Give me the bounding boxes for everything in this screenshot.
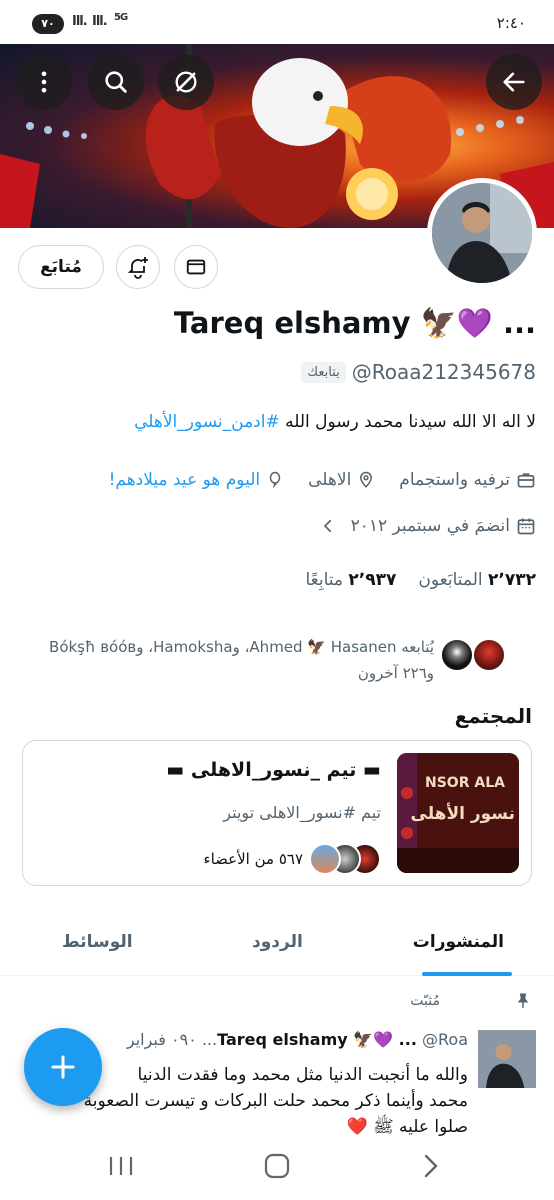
signal-icon-2: Ill. bbox=[92, 14, 108, 29]
notifications-button[interactable] bbox=[116, 245, 160, 289]
profile-category: ترفيه واستجمام bbox=[399, 470, 510, 490]
community-image-text-ar: نسور الأهلى bbox=[411, 803, 515, 824]
message-button[interactable] bbox=[174, 245, 218, 289]
community-description: تيم #نسور_الاهلى تويتر bbox=[223, 803, 381, 822]
chevron-left-icon bbox=[323, 519, 331, 533]
community-image-art: NSOR ALA نسور الأهلى bbox=[397, 753, 519, 873]
tweet-author-name: Tareq elshamy 🦅💜 ... bbox=[217, 1030, 417, 1049]
profile-stats: ٢٬٧٣٢ المتابَعون ٢٬٩٣٧ متابِعًا bbox=[305, 570, 536, 590]
profile-birthday[interactable]: اليوم هو عيد ميلادهم! bbox=[109, 470, 261, 490]
known-followers-more: و٢٢٦ آخرون bbox=[357, 664, 434, 682]
community-name: ▬ تيم _نسور_الاهلى ▬ bbox=[166, 759, 381, 781]
community-members-row: ٥٦٧ من الأعضاء bbox=[204, 843, 381, 875]
profile-joined-date: انضمَ في سبتمبر ٢٠١٢ bbox=[350, 516, 510, 536]
tweet-author-avatar[interactable] bbox=[478, 1030, 536, 1088]
recent-apps-button[interactable] bbox=[106, 1152, 136, 1180]
pinned-label: مُثبّت bbox=[410, 993, 440, 1009]
known-follower-avatar bbox=[472, 638, 506, 672]
bell-plus-icon bbox=[127, 257, 148, 279]
more-vertical-icon bbox=[41, 71, 47, 93]
profile-joined-row[interactable]: انضمَ في سبتمبر ٢٠١٢ bbox=[319, 516, 536, 536]
community-member-count: ٥٦٧ من الأعضاء bbox=[203, 850, 303, 868]
system-nav-bar bbox=[0, 1136, 554, 1200]
tweet-header: Tareq elshamy 🦅💜 ... @Roa... ٠٩٠ فبراير bbox=[127, 1030, 468, 1049]
arrow-left-icon bbox=[503, 72, 525, 92]
more-button[interactable] bbox=[16, 54, 72, 110]
status-time: ٢:٤٠ bbox=[496, 14, 526, 32]
profile-location: الاهلى bbox=[308, 470, 352, 490]
avatar-image bbox=[432, 183, 532, 283]
battery-indicator: ٧٠ bbox=[32, 14, 64, 34]
signal-icon: Ill. bbox=[72, 14, 88, 29]
profile-avatar[interactable] bbox=[427, 178, 537, 288]
member-avatar bbox=[309, 843, 341, 875]
pinned-label-row: مُثبّت bbox=[410, 992, 532, 1010]
profile-meta-row: ترفيه واستجمام الاهلى اليوم هو عيد ميلاد… bbox=[109, 470, 536, 490]
handle-row: @Roaa212345678 يتابعك bbox=[301, 360, 536, 384]
location-pin-icon bbox=[360, 471, 373, 488]
calendar-icon bbox=[517, 518, 535, 535]
briefcase-icon bbox=[517, 473, 535, 488]
profile-handle: @Roaa212345678 bbox=[351, 360, 536, 384]
mail-icon bbox=[186, 259, 206, 275]
grok-icon bbox=[175, 71, 197, 93]
nav-back-button[interactable] bbox=[418, 1152, 444, 1180]
tab-media[interactable]: الوسائط bbox=[62, 932, 133, 952]
following-stat[interactable]: ٢٬٧٣٢ المتابَعون bbox=[418, 570, 536, 590]
network-type: 5G bbox=[114, 12, 128, 23]
known-follower-avatar bbox=[440, 638, 474, 672]
tweet-avatar-image bbox=[478, 1030, 536, 1088]
pin-icon bbox=[517, 993, 529, 1008]
compose-fab[interactable] bbox=[24, 1028, 102, 1106]
tab-posts[interactable]: المنشورات bbox=[413, 932, 504, 952]
search-button[interactable] bbox=[88, 54, 144, 110]
following-button[interactable]: مُتابَع bbox=[18, 245, 104, 289]
search-icon bbox=[105, 71, 127, 93]
status-bar: ٧٠ Ill. Ill. 5G ٢:٤٠ bbox=[0, 0, 554, 44]
community-card[interactable]: NSOR ALA نسور الأهلى ▬ تيم _نسور_الاهلى … bbox=[22, 740, 532, 886]
grok-button[interactable] bbox=[158, 54, 214, 110]
profile-tabs: المنشورات الردود الوسائط bbox=[0, 912, 554, 976]
known-followers[interactable]: يُتابعه Ahmed 🦅 Hasanen، وHamoksha، وBók… bbox=[0, 632, 554, 692]
home-button[interactable] bbox=[262, 1151, 292, 1181]
plus-icon bbox=[51, 1055, 75, 1079]
tweet-time: ٠٩٠ فبراير bbox=[126, 1030, 197, 1049]
back-button[interactable] bbox=[486, 54, 542, 110]
community-section-title: المجتمع bbox=[454, 704, 532, 728]
known-followers-text: يُتابعه Ahmed 🦅 Hasanen، وHamoksha، وBók… bbox=[49, 638, 434, 656]
follows-you-badge: يتابعك bbox=[301, 361, 346, 383]
profile-bio: لا اله الا الله سيدنا محمد رسول الله #اد… bbox=[16, 412, 536, 432]
community-member-avatars bbox=[309, 843, 381, 875]
bio-hashtag-link[interactable]: #ادمن_نسور_الأهلي bbox=[134, 412, 280, 432]
bio-text: لا اله الا الله سيدنا محمد رسول الله bbox=[279, 412, 536, 432]
followers-stat[interactable]: ٢٬٩٣٧ متابِعًا bbox=[305, 570, 396, 590]
community-image-text: NSOR ALA bbox=[425, 775, 505, 791]
community-image: NSOR ALA نسور الأهلى bbox=[397, 753, 519, 873]
profile-display-name: Tareq elshamy 🦅💜 ... bbox=[173, 306, 536, 340]
tab-replies[interactable]: الردود bbox=[252, 932, 303, 952]
tweet-body-line: صلوا عليه ﷺ ❤️ bbox=[346, 1117, 469, 1136]
tab-active-indicator bbox=[422, 972, 512, 976]
balloon-icon bbox=[269, 471, 281, 488]
